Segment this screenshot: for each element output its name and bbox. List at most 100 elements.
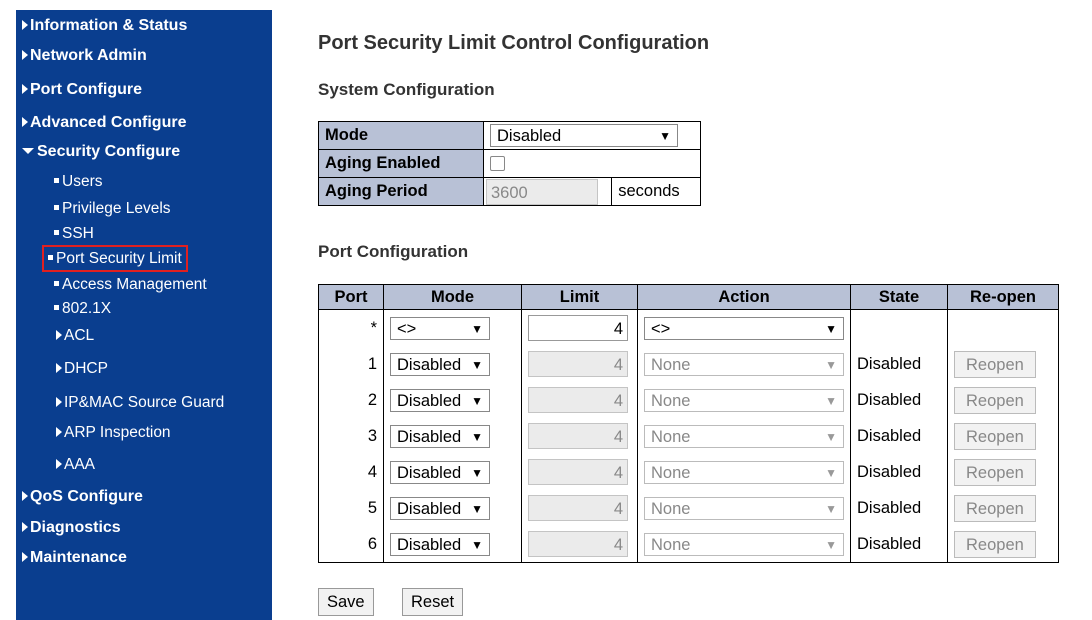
dropdown-arrow-icon: ▼ [471, 465, 483, 480]
nav-8021x[interactable]: 802.1X [54, 299, 111, 319]
nav-advanced-configure[interactable]: Advanced Configure [22, 113, 186, 133]
select-value: <> [651, 319, 671, 338]
port-limit-input[interactable]: 4 [528, 315, 628, 341]
select-value: Disabled [397, 463, 462, 482]
port-state: Disabled [850, 346, 948, 382]
port-limit-input[interactable]: 4 [528, 531, 628, 557]
sidebar-nav: Information & Status Network Admin Port … [16, 10, 272, 620]
select-value: Disabled [397, 535, 462, 554]
nav-ssh[interactable]: SSH [54, 224, 94, 244]
nav-label: ACL [64, 327, 95, 344]
select-value: None [651, 463, 691, 482]
save-button[interactable]: Save [318, 588, 374, 616]
port-mode-select[interactable]: Disabled ▼ [390, 388, 490, 412]
port-limit-input[interactable]: 4 [528, 495, 628, 521]
nav-label: Network Admin [30, 47, 147, 64]
select-value: Disabled [397, 499, 462, 518]
dropdown-arrow-icon: ▼ [825, 357, 837, 372]
port-limit-input[interactable]: 4 [528, 423, 628, 449]
port-limit-input[interactable]: 4 [528, 387, 628, 413]
port-limit-input[interactable]: 4 [528, 459, 628, 485]
nav-qos-configure[interactable]: QoS Configure [22, 487, 143, 507]
port-number: 3 [318, 418, 384, 454]
nav-arp-inspection[interactable]: ARP Inspection [56, 423, 171, 443]
reopen-button[interactable]: Reopen [954, 494, 1036, 522]
chevron-right-icon [56, 427, 62, 437]
nav-security-configure[interactable]: Security Configure [22, 142, 180, 162]
nav-label: QoS Configure [30, 488, 143, 505]
nav-label: Advanced Configure [30, 114, 187, 131]
port-mode-select[interactable]: Disabled ▼ [390, 424, 490, 448]
nav-label: Users [62, 173, 103, 190]
port-state: Disabled [850, 382, 948, 418]
mode-cell: Disabled ▼ [483, 121, 701, 150]
aging-period-input[interactable]: 3600 [486, 178, 598, 205]
nav-users[interactable]: Users [54, 172, 102, 192]
bullet-icon [54, 281, 59, 286]
dropdown-arrow-icon: ▼ [825, 321, 837, 336]
col-limit: Limit [521, 284, 638, 310]
nav-maintenance[interactable]: Maintenance [22, 548, 127, 568]
limit-cell: 4 [521, 309, 638, 346]
dropdown-arrow-icon: ▼ [471, 393, 483, 408]
reopen-button[interactable]: Reopen [954, 386, 1036, 414]
nav-network-admin[interactable]: Network Admin [22, 46, 147, 66]
reopen-button[interactable]: Reopen [954, 530, 1036, 558]
port-action-select[interactable]: None ▼ [644, 352, 844, 376]
nav-label: IP&MAC Source Guard [64, 394, 225, 411]
port-action-select[interactable]: None ▼ [644, 496, 844, 520]
nav-privilege-levels[interactable]: Privilege Levels [54, 199, 171, 219]
port-action-select[interactable]: None ▼ [644, 388, 844, 412]
state-cell [850, 309, 948, 346]
mode-cell: <> ▼ [383, 309, 522, 346]
chevron-down-icon [22, 148, 34, 154]
port-action-select[interactable]: <> ▼ [644, 316, 844, 340]
system-mode-select[interactable]: Disabled ▼ [490, 124, 678, 147]
aging-enabled-label: Aging Enabled [318, 149, 484, 178]
dropdown-arrow-icon: ▼ [659, 129, 671, 143]
nav-access-management[interactable]: Access Management [54, 275, 207, 295]
dropdown-arrow-icon: ▼ [471, 429, 483, 444]
select-value: None [651, 499, 691, 518]
table-row: 6 Disabled ▼ 4 None ▼ Disabled Reopen [318, 526, 1059, 563]
port-state: Disabled [850, 490, 948, 526]
chevron-right-icon [22, 20, 28, 30]
port-state: Disabled [850, 418, 948, 454]
dropdown-arrow-icon: ▼ [825, 465, 837, 480]
nav-label: Maintenance [30, 549, 127, 566]
port-number: 4 [318, 454, 384, 490]
port-config-heading: Port Configuration [318, 242, 469, 261]
dropdown-arrow-icon: ▼ [471, 501, 483, 516]
port-limit-input[interactable]: 4 [528, 351, 628, 377]
reopen-button[interactable]: Reopen [954, 458, 1036, 486]
port-mode-select[interactable]: Disabled ▼ [390, 532, 490, 556]
select-value: Disabled [397, 427, 462, 446]
reopen-button[interactable]: Reopen [954, 422, 1036, 450]
nav-ip-mac-source-guard[interactable]: IP&MAC Source Guard [56, 393, 224, 413]
port-mode-select[interactable]: Disabled ▼ [390, 352, 490, 376]
bullet-icon [54, 205, 59, 210]
port-action-select[interactable]: None ▼ [644, 532, 844, 556]
port-mode-select[interactable]: Disabled ▼ [390, 496, 490, 520]
table-header-row: Port Mode Limit Action State Re-open [318, 284, 1059, 310]
nav-port-security-limit[interactable]: Port Security Limit [42, 245, 188, 272]
reset-button[interactable]: Reset [402, 588, 464, 616]
bullet-icon [54, 230, 59, 235]
nav-diagnostics[interactable]: Diagnostics [22, 518, 121, 538]
port-action-select[interactable]: None ▼ [644, 424, 844, 448]
port-action-select[interactable]: None ▼ [644, 460, 844, 484]
port-mode-select[interactable]: Disabled ▼ [390, 460, 490, 484]
table-row: 3 Disabled ▼ 4 None ▼ Disabled Reopen [318, 418, 1059, 454]
nav-aaa[interactable]: AAA [56, 455, 95, 475]
nav-acl[interactable]: ACL [56, 326, 94, 346]
mode-label: Mode [318, 121, 484, 150]
aging-period-unit: seconds [611, 177, 701, 206]
nav-port-configure[interactable]: Port Configure [22, 80, 142, 100]
port-number: * [318, 309, 384, 346]
port-mode-select[interactable]: <> ▼ [390, 316, 490, 340]
nav-dhcp[interactable]: DHCP [56, 359, 108, 379]
nav-information-status[interactable]: Information & Status [22, 16, 187, 36]
port-number: 5 [318, 490, 384, 526]
reopen-button[interactable]: Reopen [954, 350, 1036, 378]
aging-enabled-checkbox[interactable] [490, 156, 505, 172]
